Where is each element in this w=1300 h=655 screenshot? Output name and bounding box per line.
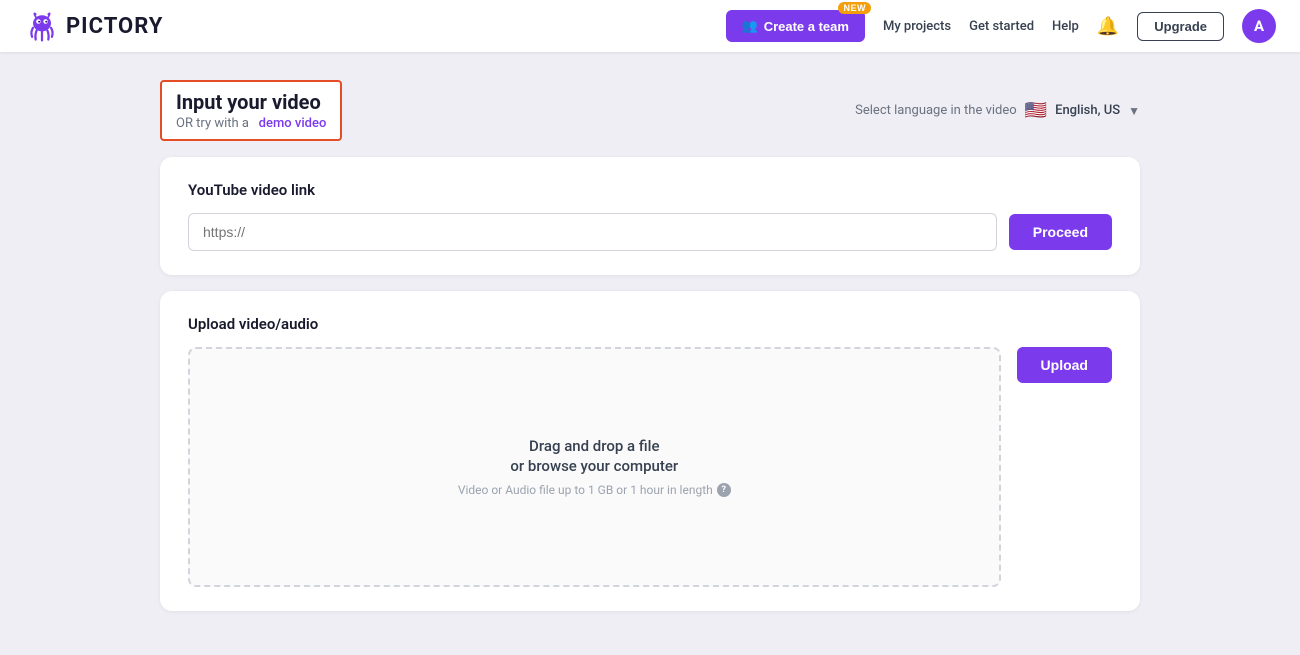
upload-btn-wrapper: Upload [1017, 347, 1112, 383]
logo-text: PICTORY [66, 14, 163, 39]
main-content: Input your video OR try with a demo vide… [0, 52, 1300, 655]
input-video-box: Input your video OR try with a demo vide… [160, 80, 342, 141]
logo-icon [24, 8, 60, 44]
demo-video-link[interactable]: demo video [259, 116, 327, 131]
new-badge: NEW [838, 2, 871, 14]
notification-bell-icon[interactable]: 🔔 [1097, 16, 1119, 37]
youtube-card-title: YouTube video link [188, 181, 1112, 199]
language-value: English, US [1055, 103, 1120, 118]
my-projects-link[interactable]: My projects [883, 19, 951, 34]
upload-row: Drag and drop a file or browse your comp… [188, 347, 1112, 587]
upload-card-title: Upload video/audio [188, 315, 1112, 333]
youtube-url-input[interactable] [188, 213, 997, 251]
help-icon: ? [717, 483, 731, 497]
header-right: 👥 Create a team NEW My projects Get star… [726, 9, 1277, 43]
youtube-row: Proceed [188, 213, 1112, 251]
upgrade-button[interactable]: Upgrade [1137, 12, 1224, 41]
proceed-button[interactable]: Proceed [1009, 214, 1112, 250]
chevron-down-icon: ▼ [1128, 104, 1140, 118]
hint-text: Video or Audio file up to 1 GB or 1 hour… [458, 483, 713, 497]
flag-icon: 🇺🇸 [1025, 100, 1047, 121]
try-demo-row: OR try with a demo video [176, 116, 326, 131]
dropzone-hint: Video or Audio file up to 1 GB or 1 hour… [458, 483, 731, 497]
input-video-title: Input your video [176, 90, 326, 114]
avatar[interactable]: A [1242, 9, 1276, 43]
drag-drop-text: Drag and drop a file [529, 437, 659, 455]
language-label: Select language in the video [855, 103, 1017, 118]
dropzone[interactable]: Drag and drop a file or browse your comp… [188, 347, 1001, 587]
upload-button[interactable]: Upload [1017, 347, 1112, 383]
help-link[interactable]: Help [1052, 19, 1079, 34]
page-header: Input your video OR try with a demo vide… [160, 80, 1140, 141]
browse-text: or browse your computer [510, 457, 678, 475]
header-left: PICTORY [24, 8, 163, 44]
header: PICTORY 👥 Create a team NEW My projects … [0, 0, 1300, 52]
try-with-text: OR try with a [176, 116, 249, 131]
upload-card: Upload video/audio Drag and drop a file … [160, 291, 1140, 611]
logo[interactable]: PICTORY [24, 8, 163, 44]
language-selector[interactable]: Select language in the video 🇺🇸 English,… [855, 100, 1140, 121]
get-started-link[interactable]: Get started [969, 19, 1034, 34]
create-team-icon: 👥 [742, 18, 758, 34]
create-team-button[interactable]: 👥 Create a team NEW [726, 10, 865, 42]
create-team-label: Create a team [764, 19, 849, 34]
youtube-card: YouTube video link Proceed [160, 157, 1140, 275]
